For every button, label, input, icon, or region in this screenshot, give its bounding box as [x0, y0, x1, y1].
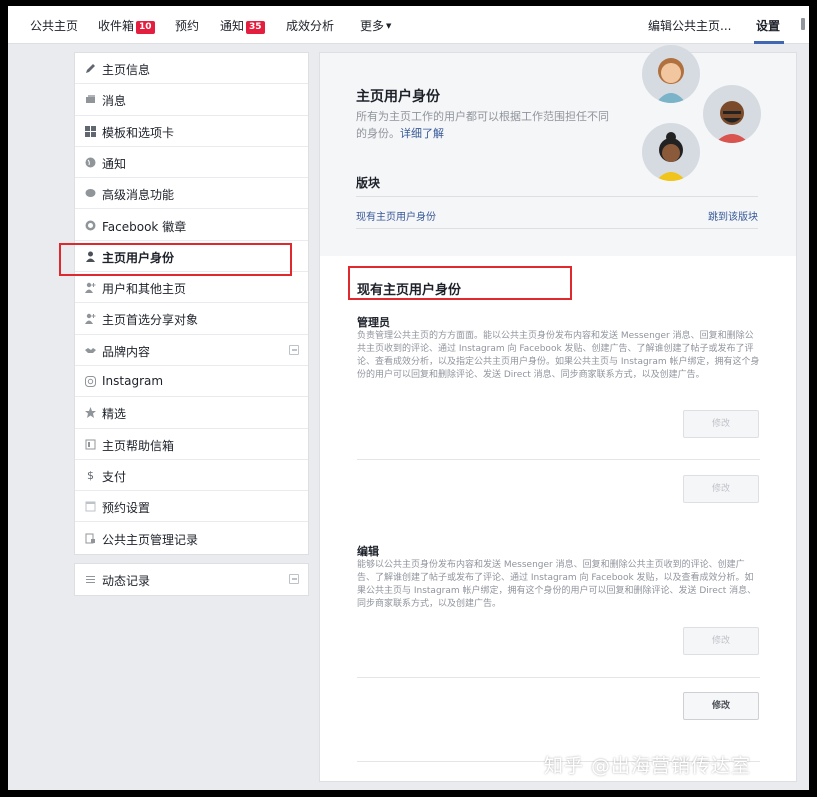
help-icon[interactable] — [801, 18, 805, 30]
sidebar-item-label: 通知 — [102, 156, 127, 171]
sidebar-item-label: 品牌内容 — [102, 344, 151, 359]
nav-insights[interactable]: 成效分析 — [286, 17, 334, 34]
nav-inbox[interactable]: 收件箱 10 — [98, 17, 155, 34]
inbox-icon — [85, 439, 96, 450]
sidebar-item-facebook-badge[interactable]: Facebook 徽章 — [75, 210, 308, 241]
sidebar-item-label: 模板和选项卡 — [102, 125, 175, 140]
nav-edit-page[interactable]: 编辑公共主页... — [648, 17, 731, 34]
nav-more-label: 更多 — [360, 19, 385, 33]
activity-log-panel: 动态记录 — [74, 563, 309, 596]
highlight-box-sidebar — [59, 243, 292, 276]
external-link-icon[interactable] — [289, 344, 299, 355]
sidebar-item-notifications[interactable]: 通知 — [75, 147, 308, 179]
nav-home[interactable]: 公共主页 — [30, 17, 78, 34]
sidebar-item-label: 主页首选分享对象 — [102, 313, 199, 328]
sidebar-item-people-and-pages[interactable]: 用户和其他主页 — [75, 272, 308, 304]
role-admin-description: 负责管理公共主页的方方面面。能以公共主页身份发布内容和发送 Messenger … — [357, 331, 760, 380]
sidebar-item-label: 公共主页管理记录 — [102, 532, 199, 547]
sidebar-item-label: Instagram — [102, 374, 164, 388]
role-editor-title: 编辑 — [357, 545, 379, 558]
sidebar-item-page-info[interactable]: 主页信息 — [75, 53, 308, 85]
sidebar-item-label: 主页信息 — [102, 63, 151, 77]
nav-booking[interactable]: 预约 — [175, 17, 199, 34]
section-label: 版块 — [356, 176, 381, 190]
chat-icon — [85, 188, 96, 199]
page-title: 主页用户身份 — [356, 89, 440, 105]
section-divider — [356, 196, 758, 197]
avatar-illustration-2 — [703, 85, 761, 143]
log-icon — [85, 533, 96, 544]
sidebar-item-support-inbox[interactable]: 主页帮助信箱 — [75, 429, 308, 460]
app-frame: 公共主页 收件箱 10 预约 通知 35 成效分析 更多 ▼ 编辑公共主页... 设置… — [8, 6, 809, 790]
current-roles-heading: 现有主页用户身份 — [357, 283, 462, 298]
modify-button[interactable]: 修改 — [683, 692, 759, 720]
sidebar-item-advanced-messaging[interactable]: 高级消息功能 — [75, 178, 308, 210]
modify-button[interactable]: 修改 — [683, 410, 759, 438]
nav-settings[interactable]: 设置 — [756, 17, 780, 34]
page-description-text: 所有为主页工作的用户都可以根据工作范围担任不同的身份。 — [356, 110, 609, 140]
sidebar-item-label: 消息 — [102, 94, 127, 109]
avatar-illustration-3 — [642, 123, 700, 181]
sidebar-item-templates[interactable]: 模板和选项卡 — [75, 116, 308, 147]
person-plus-icon — [85, 313, 96, 325]
watermark: 知乎 @出海营销传达室 — [544, 755, 752, 777]
modify-button[interactable]: 修改 — [683, 475, 759, 503]
sidebar-item-label: 高级消息功能 — [102, 188, 175, 203]
message-icon — [85, 94, 96, 105]
learn-more-link[interactable]: 详细了解 — [400, 127, 444, 140]
row-divider — [357, 677, 760, 678]
sidebar-item-label: 预约设置 — [102, 501, 151, 516]
instagram-icon — [85, 376, 96, 387]
sidebar-item-label: 精选 — [102, 407, 127, 422]
grid-icon — [85, 125, 96, 137]
nav-notifications-label: 通知 — [220, 19, 245, 33]
sidebar-item-label: 用户和其他主页 — [102, 282, 187, 297]
jump-to-section-link[interactable]: 跳到该版块 — [708, 208, 758, 223]
sidebar-item-label: 动态记录 — [102, 574, 151, 588]
modify-button[interactable]: 修改 — [683, 627, 759, 655]
sidebar-item-featured[interactable]: 精选 — [75, 397, 308, 429]
avatar-illustration-1 — [642, 45, 700, 103]
page-roles-panel: 主页用户身份 所有为主页工作的用户都可以根据工作范围担任不同的身份。详细了解 版… — [319, 45, 797, 782]
settings-sidebar: 主页信息 消息 模板和选项卡 通知 高级消息功能 Facebook 徽章 主页用… — [74, 52, 309, 555]
sidebar-item-branded-content[interactable]: 品牌内容 — [75, 335, 308, 366]
role-admin-title: 管理员 — [357, 316, 390, 329]
section-divider — [356, 228, 758, 229]
nav-more[interactable]: 更多 ▼ — [360, 17, 391, 34]
page-description: 所有为主页工作的用户都可以根据工作范围担任不同的身份。详细了解 — [356, 108, 614, 142]
sidebar-item-label: 主页帮助信箱 — [102, 438, 175, 453]
nav-inbox-label: 收件箱 — [98, 19, 135, 33]
row-divider — [357, 459, 760, 460]
star-icon — [85, 407, 96, 419]
handshake-icon — [85, 345, 96, 356]
role-editor-description: 能够以公共主页身份发布内容和发送 Messenger 消息、回复和删除公共主页收… — [357, 560, 757, 609]
dollar-icon: $ — [87, 468, 94, 482]
caret-down-icon: ▼ — [386, 22, 392, 30]
sidebar-item-activity-log[interactable]: 动态记录 — [75, 564, 308, 595]
sidebar-item-page-log[interactable]: 公共主页管理记录 — [75, 523, 308, 554]
sidebar-item-messages[interactable]: 消息 — [75, 84, 308, 116]
sidebar-item-preferred-audience[interactable]: 主页首选分享对象 — [75, 303, 308, 335]
active-tab-indicator — [754, 41, 784, 44]
sidebar-item-label: Facebook 徽章 — [102, 219, 187, 234]
globe-icon — [85, 157, 96, 168]
notifications-count-badge: 35 — [246, 21, 265, 34]
sidebar-item-instagram[interactable]: Instagram — [75, 366, 308, 398]
top-nav: 公共主页 收件箱 10 预约 通知 35 成效分析 更多 ▼ 编辑公共主页... 设置 — [8, 6, 809, 44]
external-link-icon[interactable] — [289, 574, 299, 584]
list-icon — [85, 574, 96, 585]
pencil-icon — [85, 63, 96, 74]
sidebar-item-booking-settings[interactable]: 预约设置 — [75, 491, 308, 523]
page-roles-header: 主页用户身份 所有为主页工作的用户都可以根据工作范围担任不同的身份。详细了解 版… — [320, 45, 796, 256]
nav-notifications[interactable]: 通知 35 — [220, 17, 265, 34]
sidebar-item-payments[interactable]: $ 支付 — [75, 460, 308, 492]
inbox-count-badge: 10 — [136, 21, 155, 34]
sidebar-item-label: 支付 — [102, 469, 127, 484]
person-plus-icon — [85, 282, 96, 294]
section-link-current-roles[interactable]: 现有主页用户身份 — [356, 208, 436, 223]
calendar-icon — [85, 501, 96, 512]
badge-icon — [85, 220, 96, 231]
